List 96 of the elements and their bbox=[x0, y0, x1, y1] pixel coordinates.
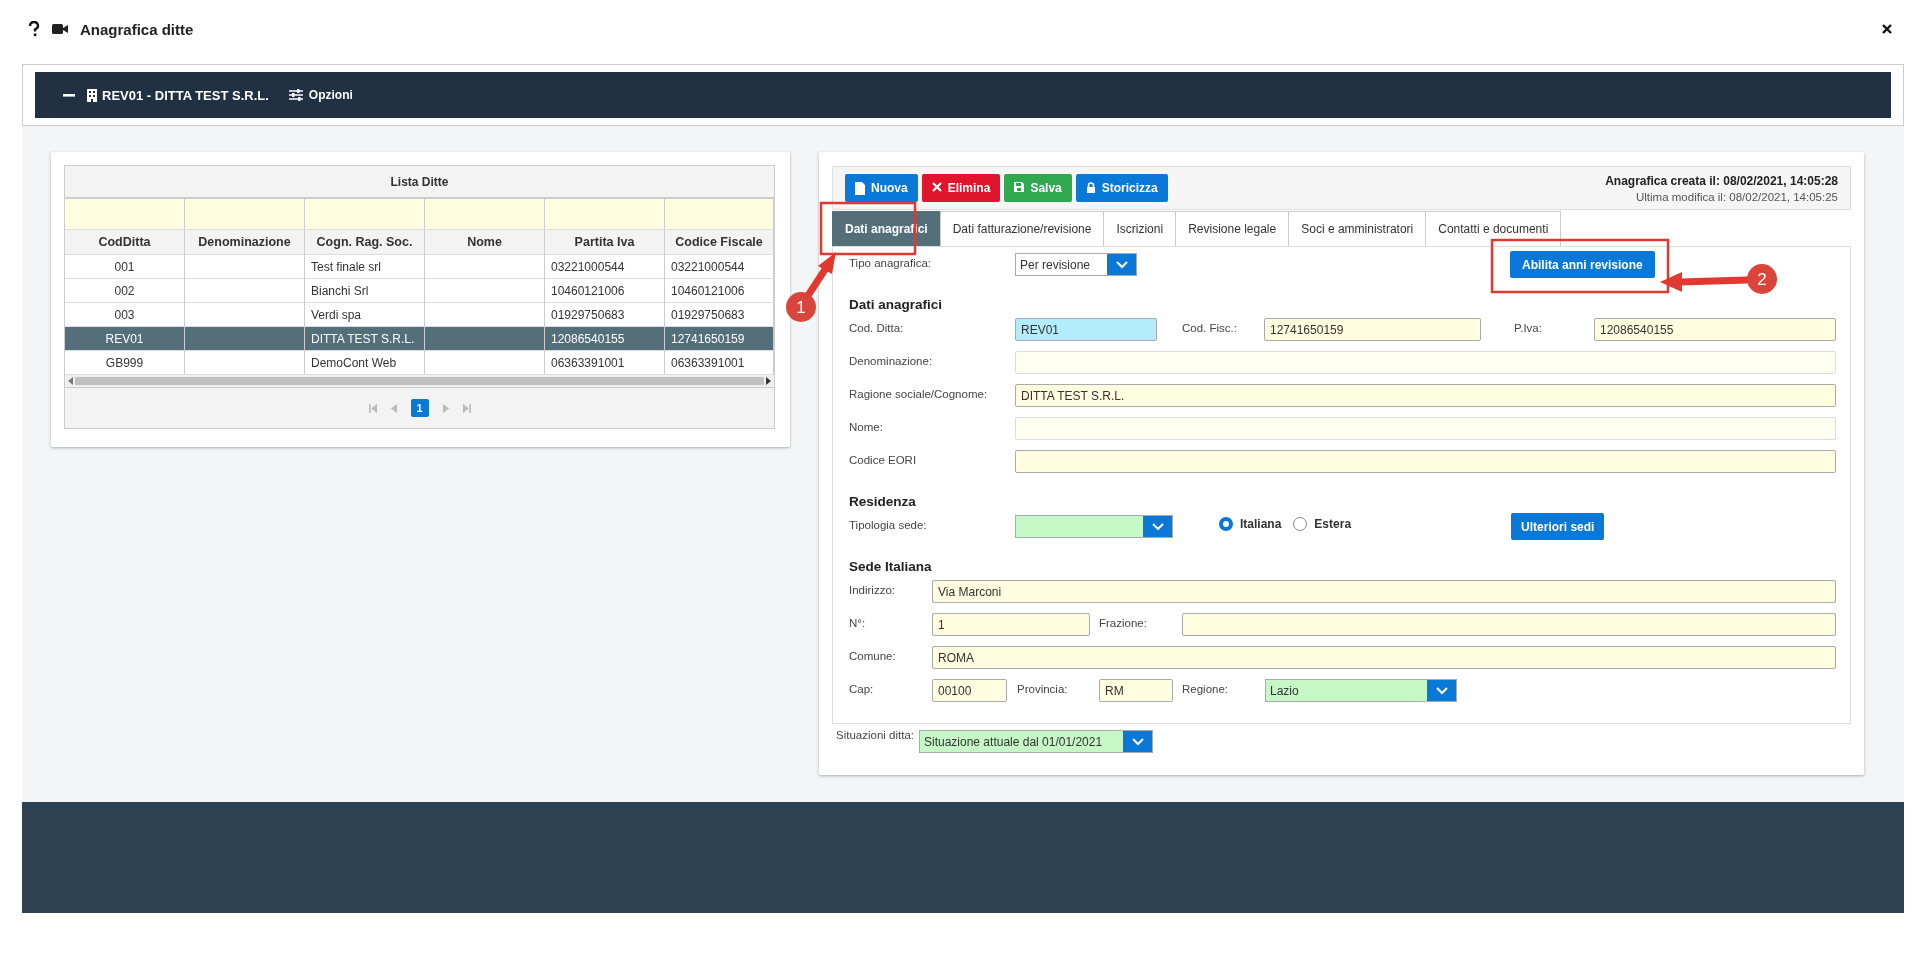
radio-option[interactable]: Estera bbox=[1293, 517, 1352, 531]
chevron-down-icon bbox=[1115, 260, 1128, 269]
section-heading: Sede Italiana bbox=[849, 557, 933, 576]
field-label: Situazioni ditta: bbox=[836, 728, 915, 743]
filter-field[interactable] bbox=[305, 199, 425, 230]
sliders-icon bbox=[288, 89, 303, 101]
building-icon bbox=[87, 88, 97, 102]
input-field[interactable] bbox=[1182, 613, 1836, 636]
section-heading: Residenza bbox=[849, 492, 917, 511]
last-page-icon[interactable] bbox=[462, 403, 471, 413]
chevron-down-icon bbox=[1151, 522, 1164, 531]
file-icon bbox=[855, 181, 865, 195]
toolbar-button[interactable]: Storicizza bbox=[1075, 174, 1168, 202]
column-header[interactable]: Partita Iva bbox=[545, 230, 665, 255]
horizontal-scrollbar[interactable] bbox=[65, 375, 774, 387]
chevron-down-icon bbox=[1435, 686, 1448, 695]
table-cell: Bianchi Srl bbox=[305, 279, 425, 303]
table-title: Lista Ditte bbox=[65, 166, 774, 199]
field-label: Indirizzo: bbox=[849, 583, 897, 596]
input-field[interactable]: ROMA bbox=[932, 646, 1836, 669]
dropdown[interactable]: Per revisione bbox=[1015, 253, 1137, 276]
company-title: REV01 - DITTA TEST S.R.L. bbox=[102, 87, 269, 103]
input-field[interactable]: 00100 bbox=[932, 679, 1007, 702]
chevron-down-icon bbox=[1131, 737, 1144, 746]
help-icon[interactable] bbox=[28, 21, 40, 37]
input-field[interactable]: 12086540155 bbox=[1594, 318, 1836, 341]
tab[interactable]: Dati fatturazione/revisione bbox=[939, 211, 1105, 246]
input-field[interactable]: RM bbox=[1099, 679, 1173, 702]
more-sites-button[interactable]: Ulteriori sedi bbox=[1511, 513, 1605, 540]
page-number[interactable]: 1 bbox=[410, 399, 429, 417]
table-cell: REV01 bbox=[65, 327, 185, 351]
input-field[interactable] bbox=[1015, 450, 1836, 473]
table-cell: 12086540155 bbox=[545, 327, 665, 351]
field-label: Tipo anagrafica: bbox=[849, 256, 933, 269]
dropdown[interactable] bbox=[1015, 515, 1173, 538]
close-icon[interactable] bbox=[1882, 24, 1892, 34]
field-label: Cod. Ditta: bbox=[849, 321, 905, 334]
field-label: Provincia: bbox=[1017, 682, 1069, 695]
section-heading: Dati anagrafici bbox=[849, 295, 944, 314]
table-cell: 10460121006 bbox=[665, 279, 774, 303]
column-header[interactable]: CodDitta bbox=[65, 230, 185, 255]
step-badge: 2 bbox=[1747, 264, 1777, 294]
field-label: Cod. Fisc.: bbox=[1182, 321, 1238, 334]
table-cell: 03221000544 bbox=[545, 255, 665, 279]
lock-icon bbox=[1085, 181, 1096, 195]
video-camera-icon bbox=[52, 23, 68, 35]
filter-field[interactable] bbox=[65, 199, 185, 230]
column-header[interactable]: Nome bbox=[425, 230, 545, 255]
input-field[interactable]: REV01 bbox=[1015, 318, 1157, 341]
field-label: Ragione sociale/Cognome: bbox=[849, 387, 989, 400]
dropdown[interactable]: Lazio bbox=[1265, 679, 1457, 702]
table-cell: 10460121006 bbox=[545, 279, 665, 303]
column-header[interactable]: Cogn. Rag. Soc. bbox=[305, 230, 425, 255]
next-page-icon[interactable] bbox=[442, 403, 449, 413]
input-field[interactable]: Via Marconi bbox=[932, 580, 1836, 603]
filter-field[interactable] bbox=[665, 199, 774, 230]
dropdown[interactable]: Situazione attuale dal 01/01/2021 bbox=[919, 730, 1153, 753]
field-label: Nome: bbox=[849, 420, 884, 433]
table-cell: Test finale srl bbox=[305, 255, 425, 279]
input-field[interactable]: 12741650159 bbox=[1264, 318, 1481, 341]
scroll-right-icon[interactable] bbox=[766, 377, 771, 385]
input-field[interactable]: 1 bbox=[932, 613, 1090, 636]
options-button[interactable]: Opzioni bbox=[280, 81, 353, 109]
toolbar-button[interactable]: Nuova bbox=[845, 174, 918, 202]
filter-field[interactable] bbox=[185, 199, 305, 230]
step-badge: 1 bbox=[786, 292, 816, 322]
tab[interactable]: Contatti e documenti bbox=[1425, 211, 1562, 246]
enable-years-button[interactable]: Abilita anni revisione bbox=[1510, 251, 1655, 278]
scroll-left-icon[interactable] bbox=[68, 377, 73, 385]
input-field[interactable]: DITTA TEST S.R.L. bbox=[1015, 384, 1836, 407]
window-title: Anagrafica ditte bbox=[80, 20, 194, 38]
table-cell: 001 bbox=[65, 255, 185, 279]
table-cell: 12741650159 bbox=[665, 327, 774, 351]
field-label: P.Iva: bbox=[1514, 321, 1543, 334]
filter-field[interactable] bbox=[425, 199, 545, 230]
created-timestamp: Anagrafica creata il: 08/02/2021, 14:05:28 bbox=[1605, 173, 1838, 188]
field-label: Comune: bbox=[849, 649, 897, 662]
field-label: N°: bbox=[849, 616, 867, 629]
field-label: Denominazione: bbox=[849, 354, 934, 367]
modified-timestamp: Ultima modifica il: 08/02/2021, 14:05:25 bbox=[1636, 190, 1838, 203]
table-cell: 03221000544 bbox=[665, 255, 774, 279]
field-label: Regione: bbox=[1182, 682, 1230, 695]
column-header[interactable]: Codice Fiscale bbox=[665, 230, 774, 255]
filter-field[interactable] bbox=[545, 199, 665, 230]
previous-page-icon[interactable] bbox=[390, 403, 397, 413]
first-page-icon[interactable] bbox=[368, 403, 377, 413]
table-cell: 002 bbox=[65, 279, 185, 303]
field-label: Tipologia sede: bbox=[849, 518, 928, 531]
table-cell: DITTA TEST S.R.L. bbox=[305, 327, 425, 351]
field-label: Frazione: bbox=[1099, 616, 1148, 629]
toolbar-button[interactable]: Elimina bbox=[921, 174, 1001, 202]
radio-option[interactable]: Italiana bbox=[1219, 517, 1282, 531]
field-label: Cap: bbox=[849, 682, 875, 695]
field-label: Codice EORI bbox=[849, 453, 918, 466]
column-header[interactable]: Denominazione bbox=[185, 230, 305, 255]
callout-arrow bbox=[805, 252, 836, 298]
